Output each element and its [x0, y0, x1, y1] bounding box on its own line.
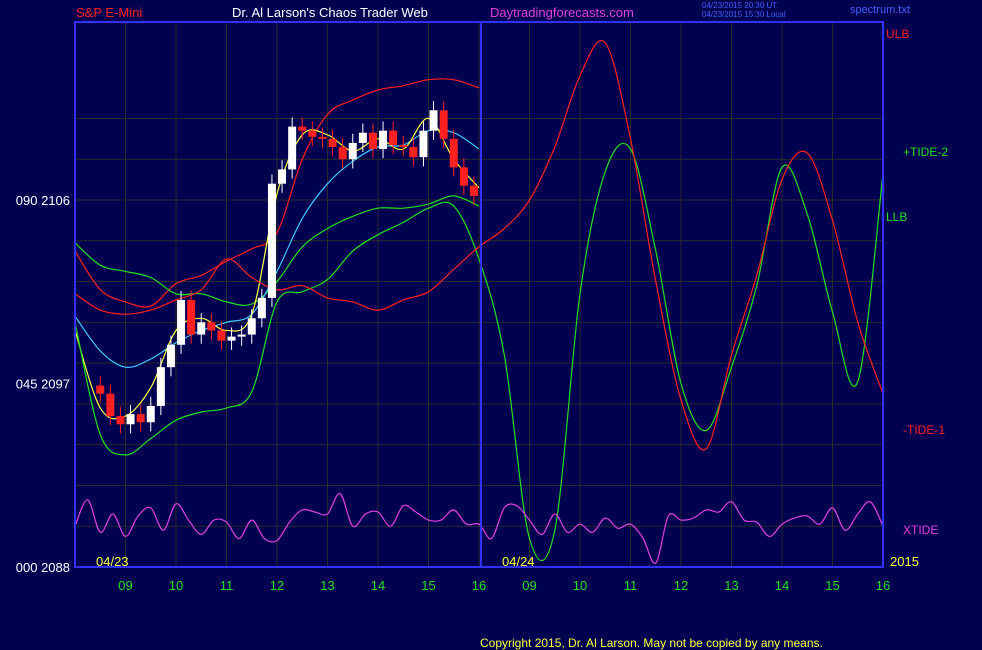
- series-label-tide-1: -TIDE-1: [903, 423, 945, 437]
- price-candle: [429, 110, 438, 131]
- price-candle: [368, 132, 377, 150]
- price-candle: [257, 297, 266, 319]
- x-tick-label: 09: [522, 578, 536, 593]
- price-candle: [116, 416, 125, 425]
- x-tick-label: 10: [169, 578, 183, 593]
- date-label-day1: 04/23: [96, 554, 129, 569]
- chaos-chart: 09 10 11 12 13 14 15 16 09 10 11 12 13 14 15 16 04/23 04/…: [16, 21, 949, 593]
- price-candle: [409, 146, 418, 158]
- price-candle: [156, 367, 165, 406]
- price-candle: [348, 142, 357, 160]
- x-tick-label: 13: [320, 578, 334, 593]
- grid-lines: [75, 22, 884, 567]
- x-tick-label: 14: [775, 578, 789, 593]
- price-candle: [217, 330, 226, 341]
- price-candle: [237, 334, 246, 337]
- x-tick-label: 12: [674, 578, 688, 593]
- series-label-ulb: ULB: [886, 27, 909, 41]
- price-candle: [197, 322, 206, 335]
- price-candle: [439, 110, 448, 139]
- price-candle: [449, 138, 458, 168]
- price-candle: [379, 130, 388, 150]
- price-candle: [328, 138, 337, 147]
- series-label-xtide: XTIDE: [903, 523, 938, 537]
- price-candle: [106, 393, 115, 417]
- x-tick-label: 16: [472, 578, 486, 593]
- price-candle: [358, 132, 367, 143]
- x-tick-label: 10: [573, 578, 587, 593]
- price-candle: [278, 169, 287, 184]
- price-candle: [166, 344, 175, 368]
- y-tick-label: 045 2097: [16, 377, 70, 392]
- price-candle: [389, 130, 398, 145]
- x-tick-label: 14: [371, 578, 385, 593]
- price-candle: [288, 126, 297, 170]
- price-candle: [146, 405, 155, 423]
- price-candle: [96, 385, 105, 394]
- price-candle: [207, 322, 216, 331]
- price-candle: [318, 136, 327, 139]
- y-tick-label: 000 2088: [16, 560, 70, 575]
- date-label-day2: 04/24: [502, 554, 535, 569]
- price-candle: [177, 299, 186, 345]
- year-label: 2015: [890, 554, 919, 569]
- price-candle: [267, 183, 276, 298]
- series-label-llb: LLB: [886, 210, 907, 224]
- price-candle: [459, 167, 468, 186]
- x-tick-label: 15: [825, 578, 839, 593]
- price-candle: [227, 336, 236, 341]
- series-label-tide-2: +TIDE-2: [903, 145, 948, 159]
- y-tick-label: 090 2106: [16, 193, 70, 208]
- price-candle: [247, 318, 256, 335]
- x-tick-label: 12: [270, 578, 284, 593]
- copyright-text: Copyright 2015, Dr. Al Larson. May not b…: [480, 636, 823, 650]
- price-candle: [469, 185, 478, 196]
- price-candle: [419, 130, 428, 158]
- x-tick-label: 09: [118, 578, 132, 593]
- x-tick-label: 16: [876, 578, 890, 593]
- x-tick-label: 11: [624, 578, 638, 593]
- price-candle: [308, 130, 317, 137]
- price-candle: [338, 146, 347, 160]
- price-candle: [187, 299, 196, 335]
- x-tick-label: 11: [220, 578, 234, 593]
- price-candle: [136, 414, 145, 423]
- price-candle: [298, 126, 307, 131]
- price-candle: [399, 144, 408, 147]
- axis-labels: 09 10 11 12 13 14 15 16 09 10 11 12 13 14 15 16 04/23 04/…: [16, 27, 949, 593]
- x-tick-label: 15: [421, 578, 435, 593]
- x-tick-label: 13: [724, 578, 738, 593]
- price-candle: [126, 414, 135, 425]
